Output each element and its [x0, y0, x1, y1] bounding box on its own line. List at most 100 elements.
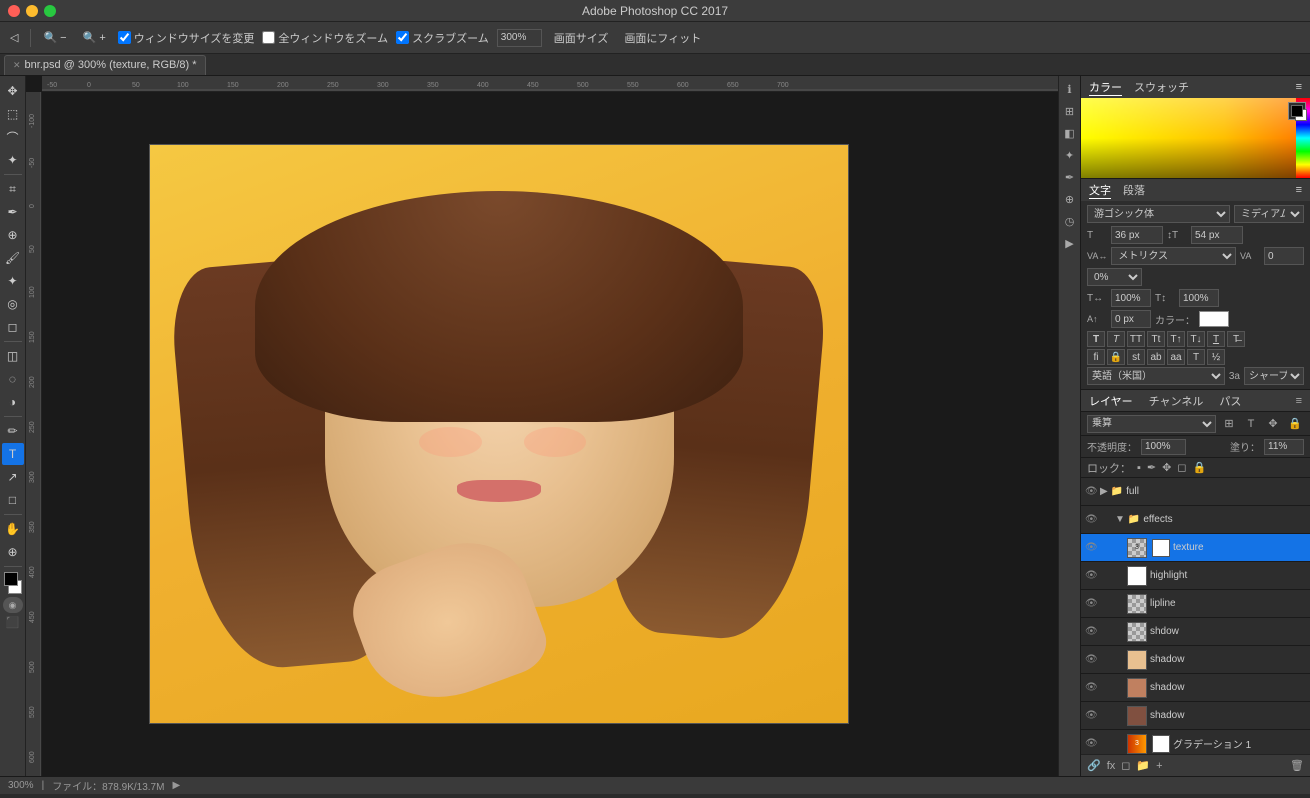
- path-select-tool[interactable]: ↗: [2, 466, 24, 488]
- opacity-input[interactable]: [1141, 439, 1186, 455]
- tab-color[interactable]: カラー: [1089, 79, 1122, 96]
- sub-button[interactable]: T↓: [1187, 331, 1205, 347]
- select-tool[interactable]: ⬚: [2, 103, 24, 125]
- fg-swatch[interactable]: [1291, 105, 1303, 117]
- tab-character[interactable]: 文字: [1089, 182, 1111, 199]
- blend-mode-select[interactable]: 乗算: [1087, 415, 1216, 433]
- visibility-icon[interactable]: 👁: [1085, 710, 1097, 721]
- move-tool[interactable]: ✥: [2, 80, 24, 102]
- underline-button[interactable]: T: [1207, 331, 1225, 347]
- tab-paragraph[interactable]: 段落: [1123, 182, 1145, 199]
- gradient-tool[interactable]: ◫: [2, 345, 24, 367]
- layers-icon-btn[interactable]: ⊞: [1061, 102, 1079, 120]
- visibility-icon[interactable]: 👁: [1085, 738, 1097, 749]
- scale-v-input[interactable]: [1179, 289, 1219, 307]
- italic-button[interactable]: T: [1107, 331, 1125, 347]
- font-style-select[interactable]: ミディアム: [1234, 205, 1304, 223]
- new-group-btn[interactable]: 📁: [1136, 759, 1150, 772]
- scrubzoom-checkbox[interactable]: スクラブズーム: [396, 30, 489, 46]
- aa-method-select[interactable]: シャープ: [1244, 367, 1304, 385]
- layer-item-gradient1[interactable]: 👁 3 グラデーション 1: [1081, 730, 1310, 754]
- half-button[interactable]: ½: [1207, 349, 1225, 365]
- history-tool[interactable]: ◎: [2, 293, 24, 315]
- strike-button[interactable]: T̶: [1227, 331, 1245, 347]
- scale-input[interactable]: 0%: [1087, 268, 1142, 286]
- visibility-icon[interactable]: 👁: [1085, 486, 1097, 497]
- folder-expand-icon[interactable]: ▶: [1100, 486, 1108, 497]
- dodge-tool[interactable]: ◑: [2, 391, 24, 413]
- fl-ligature-button[interactable]: 🔒: [1107, 349, 1125, 365]
- layer-item-shadow2[interactable]: 👁 shadow: [1081, 674, 1310, 702]
- arrow-tool-button[interactable]: ◁: [6, 29, 22, 46]
- eraser-tool[interactable]: ◻: [2, 316, 24, 338]
- ordinal-button[interactable]: st: [1127, 349, 1145, 365]
- lock-all-icon[interactable]: 🔒: [1192, 461, 1206, 474]
- brush-icon-btn[interactable]: ✒: [1061, 168, 1079, 186]
- layer-item-shdow[interactable]: 👁 shdow: [1081, 618, 1310, 646]
- visibility-icon[interactable]: 👁: [1085, 598, 1097, 609]
- visibility-icon[interactable]: 👁: [1085, 682, 1097, 693]
- clone-icon-btn[interactable]: ⊕: [1061, 190, 1079, 208]
- foreground-color[interactable]: [4, 572, 18, 586]
- fi-ligature-button[interactable]: fi: [1087, 349, 1105, 365]
- tab-swatches[interactable]: スウォッチ: [1134, 79, 1189, 96]
- layer-item-highlight[interactable]: 👁 highlight: [1081, 562, 1310, 590]
- screen-size-button[interactable]: 画面サイズ: [550, 28, 613, 48]
- lock-transparent-btn[interactable]: T: [1242, 415, 1260, 433]
- baseline-input[interactable]: [1111, 310, 1151, 328]
- panel-menu-icon[interactable]: ≡: [1296, 81, 1302, 93]
- quick-mask-button[interactable]: ◉: [3, 597, 23, 613]
- add-mask-btn[interactable]: ◻: [1121, 759, 1130, 772]
- tab-layers[interactable]: レイヤー: [1089, 393, 1133, 409]
- adjustments-icon-btn[interactable]: ◧: [1061, 124, 1079, 142]
- layer-item-texture[interactable]: 👁 3 texture: [1081, 534, 1310, 562]
- tab-paths[interactable]: パス: [1219, 393, 1241, 409]
- pen-tool[interactable]: ✏: [2, 420, 24, 442]
- color-fg-bg-preview[interactable]: [1288, 102, 1306, 120]
- minimize-button[interactable]: [26, 5, 38, 17]
- brush-tool[interactable]: 🖌: [2, 247, 24, 269]
- document-tab[interactable]: ✕ bnr.psd @ 300% (texture, RGB/8) *: [4, 55, 206, 75]
- wand-tool[interactable]: ✦: [2, 149, 24, 171]
- frac-button[interactable]: ab: [1147, 349, 1165, 365]
- zoom-input[interactable]: [497, 29, 542, 47]
- leading-input[interactable]: [1191, 226, 1243, 244]
- info-arrow[interactable]: ▶: [172, 780, 180, 791]
- lock-move-btn[interactable]: ✥: [1264, 415, 1282, 433]
- kerning-select[interactable]: メトリクス: [1111, 247, 1236, 265]
- lock-all-btn[interactable]: 🔒: [1286, 415, 1304, 433]
- shape-tool[interactable]: □: [2, 489, 24, 511]
- actions-icon-btn[interactable]: ▶: [1061, 234, 1079, 252]
- tab-channels[interactable]: チャンネル: [1149, 393, 1204, 409]
- tab-close-icon[interactable]: ✕: [13, 60, 21, 71]
- t-button[interactable]: T: [1187, 349, 1205, 365]
- visibility-icon[interactable]: 👁: [1085, 570, 1097, 581]
- font-family-select[interactable]: 游ゴシック体: [1087, 205, 1230, 223]
- link-layers-btn[interactable]: 🔗: [1087, 759, 1101, 772]
- aa-button[interactable]: aa: [1167, 349, 1185, 365]
- fill-input[interactable]: [1264, 439, 1304, 455]
- small-caps-button[interactable]: Tt: [1147, 331, 1165, 347]
- layer-item-effects[interactable]: 👁 ▼ 📁 effects: [1081, 506, 1310, 534]
- color-panel-header[interactable]: カラー スウォッチ ≡: [1081, 76, 1310, 98]
- layers-panel-menu[interactable]: ≡: [1296, 395, 1302, 407]
- bold-button[interactable]: T: [1087, 331, 1105, 347]
- folder-expand-icon[interactable]: ▼: [1115, 514, 1125, 525]
- color-picker-area[interactable]: [1081, 98, 1310, 178]
- new-layer-btn[interactable]: +: [1156, 760, 1162, 772]
- layer-item-shadow1[interactable]: 👁 shadow: [1081, 646, 1310, 674]
- zoom-in-button[interactable]: 🔍 +: [79, 29, 110, 46]
- lock-paint-icon[interactable]: ✒: [1147, 461, 1156, 474]
- zoom-tool[interactable]: ⊕: [2, 541, 24, 563]
- delete-layer-btn[interactable]: 🗑: [1290, 759, 1304, 772]
- lock-position-icon[interactable]: ✥: [1162, 461, 1171, 474]
- lock-transparency-icon[interactable]: ▪: [1137, 462, 1141, 474]
- crop-tool[interactable]: ⌗: [2, 178, 24, 200]
- maximize-button[interactable]: [44, 5, 56, 17]
- super-button[interactable]: T↑: [1167, 331, 1185, 347]
- lasso-tool[interactable]: ⌒: [2, 126, 24, 148]
- fit-screen-button[interactable]: 画面にフィット: [620, 28, 705, 48]
- visibility-icon[interactable]: 👁: [1085, 654, 1097, 665]
- char-panel-menu-icon[interactable]: ≡: [1296, 184, 1302, 196]
- language-select[interactable]: 英語（米国）: [1087, 367, 1225, 385]
